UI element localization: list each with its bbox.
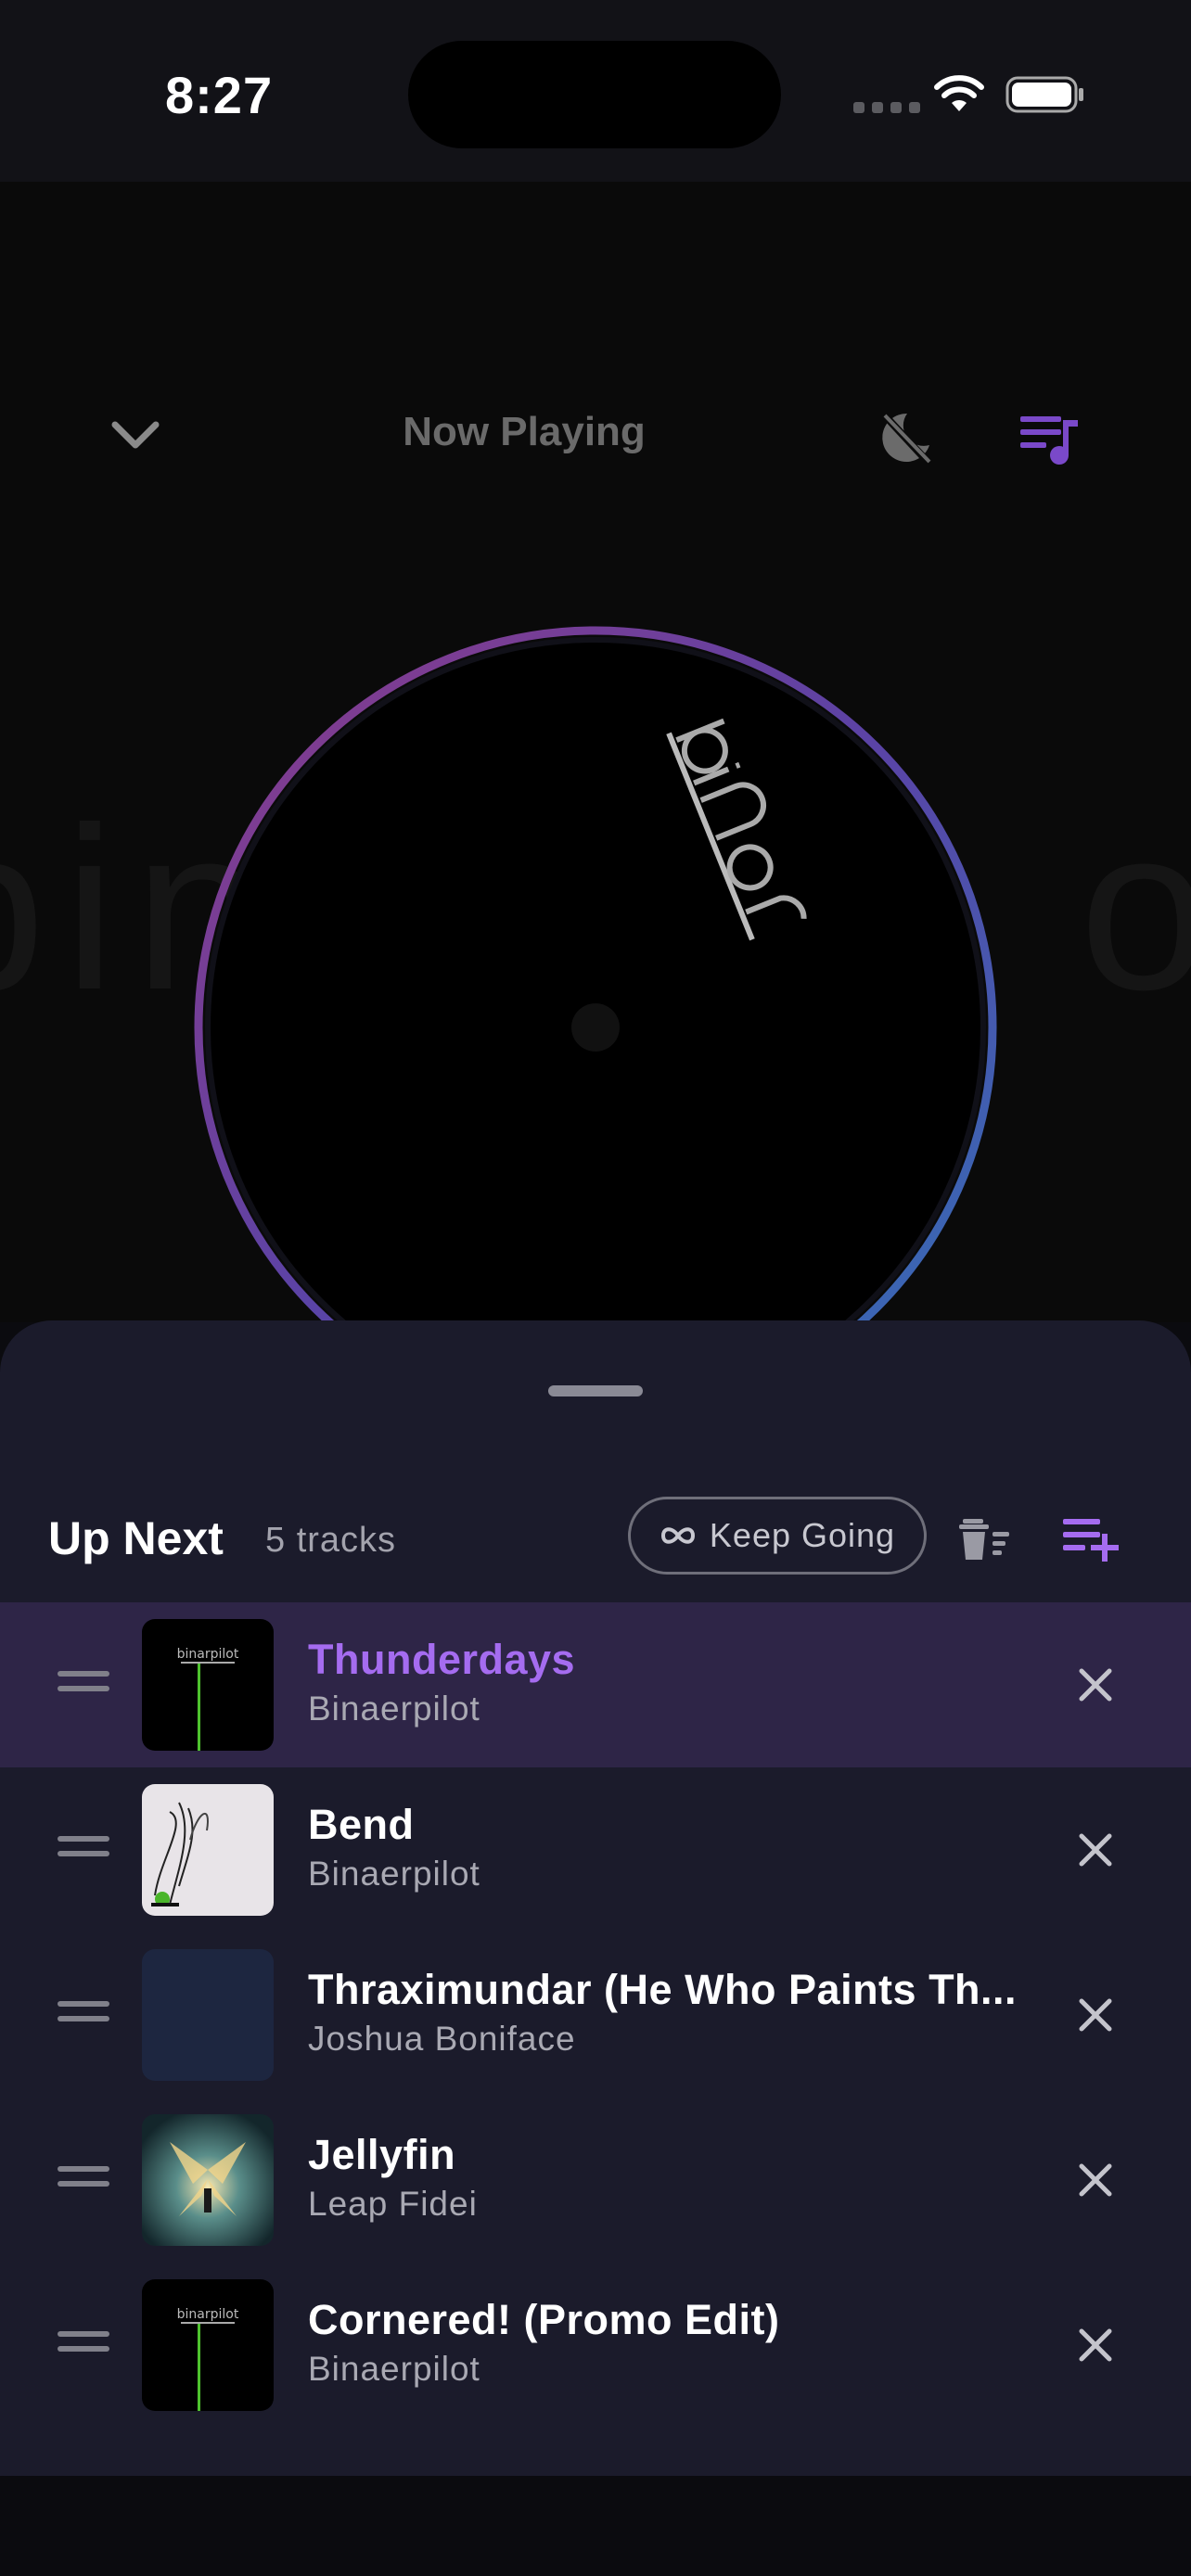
- keep-going-label: Keep Going: [709, 1516, 896, 1554]
- up-next-heading: Up Next: [48, 1512, 224, 1564]
- sheet-drag-handle[interactable]: [548, 1385, 643, 1396]
- track-title: Cornered! (Promo Edit): [308, 2296, 780, 2343]
- drag-handle-icon[interactable]: [58, 2331, 109, 2361]
- queue-row[interactable]: Thraximundar (He Who Paints Th... Joshua…: [0, 1932, 1191, 2098]
- drag-handle-icon[interactable]: [58, 2166, 109, 2196]
- queue-list: binarpilot Thunderdays Binaerpilot Bend …: [0, 1602, 1191, 2428]
- status-time: 8:27: [165, 66, 274, 124]
- status-bar: 8:27: [0, 0, 1191, 182]
- track-artist: Joshua Boniface: [308, 2020, 576, 2058]
- queue-music-icon[interactable]: [1018, 411, 1080, 466]
- track-title: Bend: [308, 1801, 415, 1848]
- svg-text:binarpilot: binarpilot: [177, 1647, 239, 1662]
- clear-queue-icon[interactable]: [957, 1515, 1013, 1562]
- sleep-timer-icon[interactable]: [876, 408, 935, 467]
- track-artist: Leap Fidei: [308, 2185, 478, 2223]
- album-thumbnail: [142, 2114, 274, 2246]
- collapse-chevron-icon[interactable]: [109, 417, 161, 454]
- keep-going-button[interactable]: Keep Going: [628, 1497, 927, 1575]
- cellular-signal-icon: [853, 102, 920, 113]
- remove-track-close-icon[interactable]: [1078, 1832, 1113, 1868]
- queue-row[interactable]: binarpilot Cornered! (Promo Edit) Binaer…: [0, 2263, 1191, 2428]
- remove-track-close-icon[interactable]: [1078, 1667, 1113, 1702]
- track-artist: Binaerpilot: [308, 1855, 480, 1893]
- track-title: Thunderdays: [308, 1636, 576, 1683]
- album-art-disc: [194, 626, 997, 1429]
- infinity-icon: [660, 1527, 695, 1544]
- now-playing-title: Now Playing: [403, 409, 646, 454]
- battery-icon: [1005, 76, 1083, 113]
- remove-track-close-icon[interactable]: [1078, 2162, 1113, 2198]
- track-title: Jellyfin: [308, 2131, 456, 2178]
- track-artist: Binaerpilot: [308, 1690, 480, 1728]
- track-count: 5 tracks: [265, 1521, 397, 1560]
- add-to-queue-icon[interactable]: [1061, 1515, 1119, 1562]
- remove-track-close-icon[interactable]: [1078, 2327, 1113, 2363]
- queue-row[interactable]: Jellyfin Leap Fidei: [0, 2098, 1191, 2263]
- svg-text:binarpilot: binarpilot: [177, 2307, 239, 2322]
- dynamic-island: [408, 41, 781, 148]
- album-thumbnail-placeholder: [142, 1949, 274, 2081]
- album-thumbnail: binarpilot: [142, 1619, 274, 1751]
- drag-handle-icon[interactable]: [58, 2001, 109, 2031]
- drag-handle-icon[interactable]: [58, 1671, 109, 1701]
- album-thumbnail: [142, 1784, 274, 1916]
- queue-row-active[interactable]: binarpilot Thunderdays Binaerpilot: [0, 1602, 1191, 1767]
- track-title: Thraximundar (He Who Paints Th...: [308, 1966, 1018, 2013]
- track-artist: Binaerpilot: [308, 2350, 480, 2388]
- remove-track-close-icon[interactable]: [1078, 1997, 1113, 2033]
- wifi-icon: [934, 75, 984, 111]
- album-thumbnail: binarpilot: [142, 2279, 274, 2411]
- drag-handle-icon[interactable]: [58, 1836, 109, 1866]
- queue-row[interactable]: Bend Binaerpilot: [0, 1767, 1191, 1932]
